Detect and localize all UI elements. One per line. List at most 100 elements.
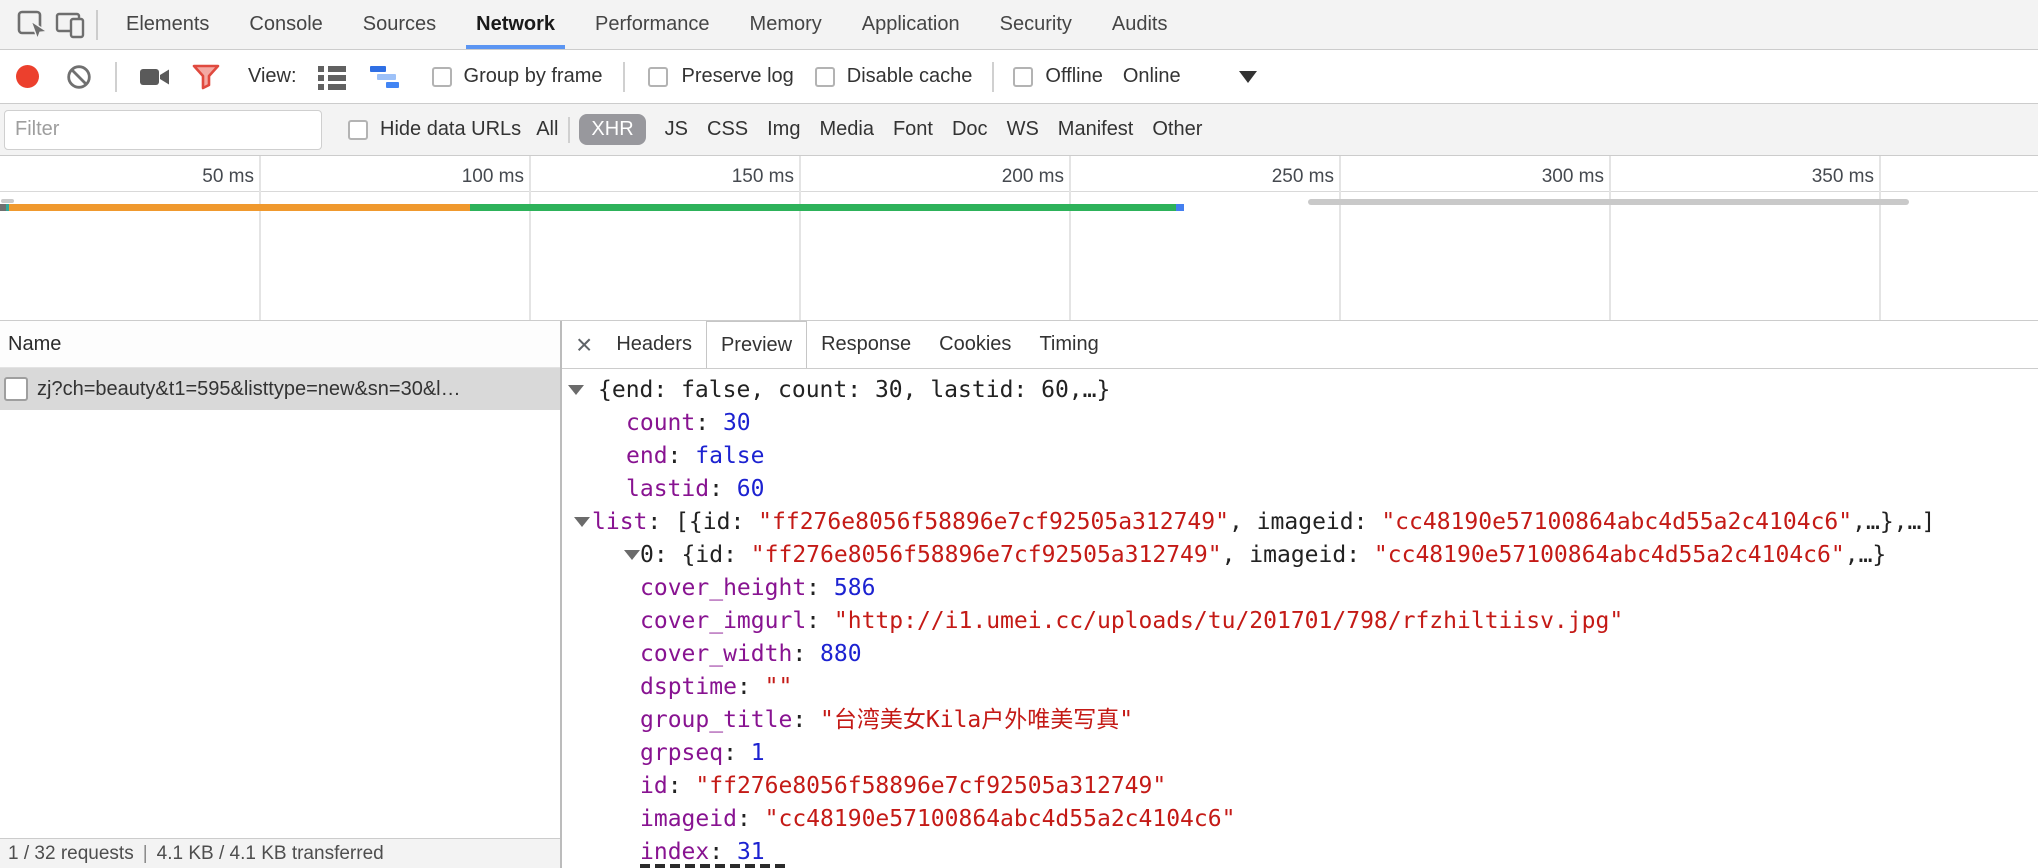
preview-line[interactable]: 0: {id: "ff276e8056f58896e7cf92505a31274… [562,539,2038,572]
filter-type-ws[interactable]: WS [1007,114,1039,145]
timeline-tick-label: 100 ms [364,166,524,188]
request-row[interactable]: zj?ch=beauty&t1=595&listtype=new&sn=30&l… [0,368,560,410]
close-icon[interactable]: × [576,331,592,359]
tab-elements[interactable]: Elements [106,0,229,49]
token-key: dsptime [640,674,737,700]
transferred-size: 4.1 KB / 4.1 KB transferred [157,843,384,865]
filter-button[interactable] [191,63,221,91]
name-column-header[interactable]: Name [0,321,560,368]
filter-type-css[interactable]: CSS [707,114,748,145]
tab-audits[interactable]: Audits [1092,0,1188,49]
panel-tab-strip: ElementsConsoleSourcesNetworkPerformance… [106,0,1187,49]
filter-type-manifest[interactable]: Manifest [1058,114,1134,145]
expander-icon[interactable] [568,385,584,395]
network-filter-bar: Hide data URLs All XHR JS CSS Img Media Font D… [0,104,2038,156]
preview-line[interactable]: {end: false, count: 30, lastid: 60,…} [562,374,2038,407]
list-view-icon[interactable] [317,64,347,90]
overview-traffic-bar-segment [9,204,470,211]
token-plain: : [806,575,834,601]
filter-type-img[interactable]: Img [767,114,800,145]
waterfall-icon[interactable] [369,64,405,90]
tab-sources[interactable]: Sources [343,0,456,49]
token-plain: : [792,707,820,733]
filter-separator [568,117,570,143]
preview-line[interactable]: list: [{id: "ff276e8056f58896e7cf92505a3… [562,506,2038,539]
detail-tab-headers[interactable]: Headers [602,321,706,368]
overview-scrollbar [1308,199,1909,205]
filter-type-other[interactable]: Other [1152,114,1202,145]
chevron-down-icon[interactable] [1239,71,1257,83]
filter-type-media[interactable]: Media [819,114,873,145]
request-checkbox[interactable] [4,377,28,401]
token-num: 30 [723,410,751,436]
preview-line: cover_height: 586 [562,572,2038,605]
tab-network[interactable]: Network [456,0,575,49]
hide-data-urls-label: Hide data URLs [380,118,521,141]
network-main: Name zj?ch=beauty&t1=595&listtype=new&sn… [0,321,2038,868]
preview-line: id: "ff276e8056f58896e7cf92505a312749" [562,770,2038,803]
filter-type-font[interactable]: Font [893,114,933,145]
token-plain: : [668,443,696,469]
tab-performance[interactable]: Performance [575,0,730,49]
toolbar-separator [115,62,117,92]
token-key: id [640,773,668,799]
preview-tree: {end: false, count: 30, lastid: 60,…}cou… [562,374,2038,868]
requests-panel: Name zj?ch=beauty&t1=595&listtype=new&sn… [0,321,562,868]
detail-tab-response[interactable]: Response [807,321,925,368]
preserve-log-checkbox[interactable] [648,67,668,87]
filter-type-xhr[interactable]: XHR [579,114,645,145]
preserve-log-label: Preserve log [682,65,794,88]
timeline-gridline [1609,156,1611,320]
timeline-gridline [1069,156,1071,320]
filter-type-all[interactable]: All [536,118,558,141]
filter-type-js[interactable]: JS [665,114,688,145]
token-num: 586 [834,575,876,601]
throttling-select[interactable]: Online [1123,65,1181,88]
requests-count: 1 / 32 requests [8,843,134,865]
token-plain: ,…},…] [1852,509,1935,535]
token-str: "ff276e8056f58896e7cf92505a312749" [758,509,1229,535]
filter-type-list: XHR JS CSS Img Media Font Doc WS Manifest Other [579,114,1202,145]
overview-traffic-bar-segment [470,204,1176,211]
token-key: cover_height [640,575,806,601]
detail-tab-strip: HeadersPreviewResponseCookiesTiming [602,321,1112,368]
token-key: grpseq [640,740,723,766]
token-key: list [592,509,647,535]
token-plain: 0: {id: [640,542,751,568]
detail-tab-timing[interactable]: Timing [1025,321,1112,368]
preview-line: cover_imgurl: "http://i1.umei.cc/uploads… [562,605,2038,638]
capture-screenshots-button[interactable] [139,65,171,89]
network-toolbar: View: Group by frame Preserve log Disabl… [0,50,2038,104]
preview-line: end: false [562,440,2038,473]
disable-cache-checkbox[interactable] [815,67,835,87]
tab-console[interactable]: Console [229,0,342,49]
clear-button[interactable] [65,63,93,91]
timeline-overview[interactable]: 50 ms100 ms150 ms200 ms250 ms300 ms350 m… [0,156,2038,321]
detail-tab-cookies[interactable]: Cookies [925,321,1025,368]
token-plain: : [695,410,723,436]
token-str: "" [765,674,793,700]
detail-tab-preview[interactable]: Preview [706,321,807,368]
filter-type-doc[interactable]: Doc [952,114,988,145]
token-str: "http://i1.umei.cc/uploads/tu/201701/798… [834,608,1623,634]
token-plain: {end: false, count: 30, lastid: 60,…} [598,377,1110,403]
token-plain: : [737,674,765,700]
hide-data-urls-checkbox[interactable] [348,120,368,140]
expander-icon[interactable] [624,550,640,560]
tab-application[interactable]: Application [842,0,980,49]
detail-tabbar: × HeadersPreviewResponseCookiesTiming [562,321,2038,369]
record-button[interactable] [16,65,39,88]
device-toolbar-icon[interactable] [52,6,90,44]
group-by-frame-checkbox[interactable] [432,67,452,87]
token-key: index [640,839,709,865]
expander-icon[interactable] [574,517,590,527]
toolbar-separator [623,62,625,92]
filter-input[interactable] [4,110,322,150]
toolbar-separator [992,62,994,92]
token-key: group_title [640,707,792,733]
offline-checkbox[interactable] [1013,67,1033,87]
tab-memory[interactable]: Memory [730,0,842,49]
tab-security[interactable]: Security [980,0,1092,49]
inspect-icon[interactable] [14,6,52,44]
timeline-gridline [259,156,261,320]
